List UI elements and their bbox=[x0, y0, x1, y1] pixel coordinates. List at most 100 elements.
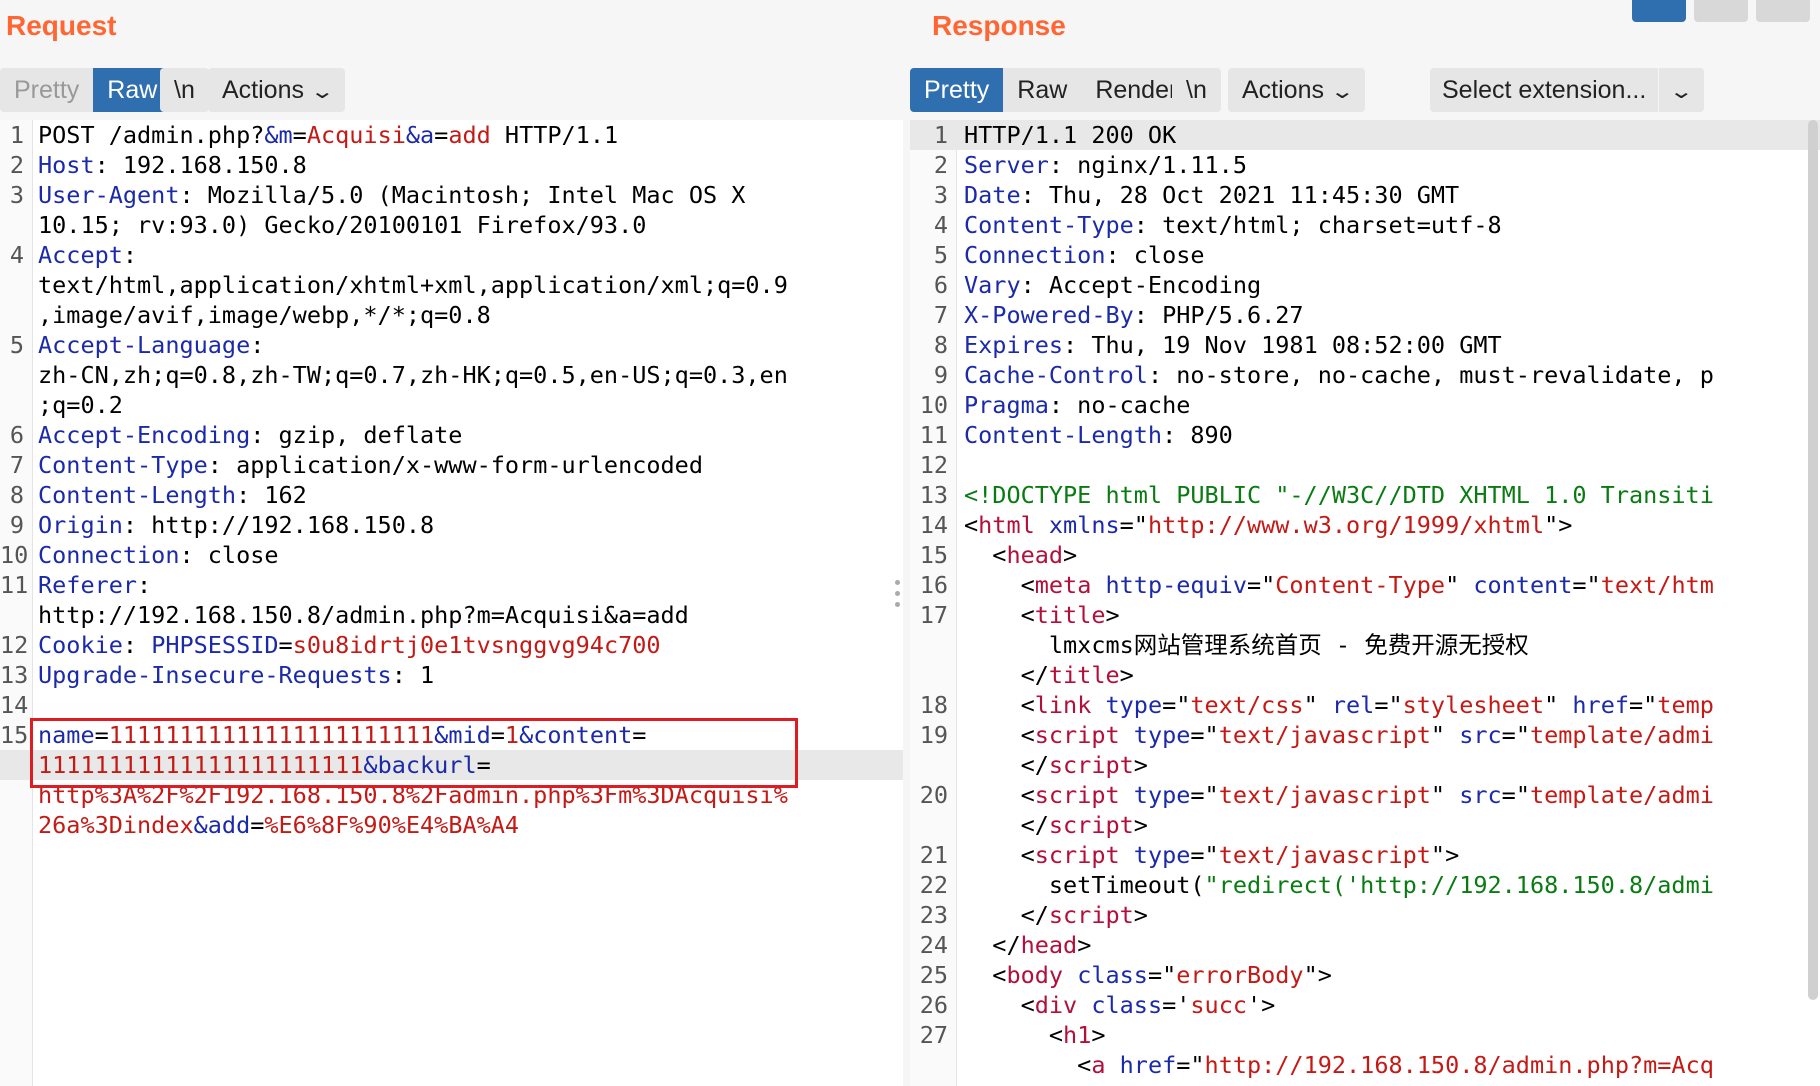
code-token: < bbox=[964, 991, 1035, 1019]
line-number: 3 bbox=[9, 181, 24, 209]
code-token: Host bbox=[38, 151, 95, 179]
code-line: <a href="http://192.168.150.8/admin.php?… bbox=[910, 1050, 1820, 1080]
code-token: meta bbox=[1034, 571, 1092, 599]
code-token: Accept-Encoding bbox=[38, 421, 251, 449]
code-token: : Thu, 28 Oct 2021 11:45:30 GMT bbox=[1020, 181, 1460, 209]
layout-single-icon[interactable] bbox=[1756, 0, 1810, 22]
code-line: 26a%3Dindex&add=%E6%8F%90%E4%BA%A4 bbox=[0, 810, 903, 840]
code-token: Acquisi bbox=[306, 121, 406, 149]
code-token: : bbox=[122, 631, 152, 659]
line-number: 6 bbox=[933, 271, 948, 299]
response-scrollbar[interactable] bbox=[1808, 120, 1818, 1000]
code-token: &m bbox=[264, 121, 293, 149]
code-line: http://192.168.150.8/admin.php?m=Acquisi… bbox=[0, 600, 903, 630]
code-token: < bbox=[964, 1051, 1092, 1079]
line-number: 22 bbox=[919, 871, 948, 899]
code-line: 10 Pragma: no-cache bbox=[910, 390, 1820, 420]
code-token: " bbox=[1303, 691, 1332, 719]
code-token: : bbox=[250, 331, 265, 359]
code-token: < bbox=[964, 961, 1007, 989]
code-token: = bbox=[434, 121, 449, 149]
line-number: 15 bbox=[919, 541, 948, 569]
code-token: > bbox=[1105, 601, 1120, 629]
code-token: Content-Type bbox=[964, 211, 1134, 239]
request-editor[interactable]: 1 POST /admin.php?&m=Acquisi&a=add HTTP/1… bbox=[0, 120, 903, 1086]
code-token: text/css bbox=[1190, 691, 1304, 719]
code-token: < bbox=[964, 691, 1035, 719]
code-token: > bbox=[1091, 1021, 1106, 1049]
code-token: =" bbox=[1190, 781, 1219, 809]
code-token: Accept-Language bbox=[38, 331, 251, 359]
line-code: Content-Length: 162 bbox=[38, 480, 307, 510]
code-token: text/javascript bbox=[1218, 721, 1431, 749]
line-code: Connection: close bbox=[38, 540, 279, 570]
code-token: href bbox=[1119, 1051, 1177, 1079]
code-token: Content-Length bbox=[964, 421, 1163, 449]
code-token: " bbox=[1430, 781, 1460, 809]
line-code: Referer: bbox=[38, 570, 151, 600]
response-tab-raw[interactable]: Raw bbox=[1003, 68, 1082, 112]
code-line: 13 Upgrade-Insecure-Requests: 1 bbox=[0, 660, 903, 690]
code-token: =" bbox=[1501, 781, 1530, 809]
extension-select[interactable]: Select extension... bbox=[1430, 68, 1659, 112]
code-token: : 162 bbox=[236, 481, 307, 509]
request-actions-label: Actions bbox=[222, 76, 304, 104]
code-token: lmxcms网站管理系统首页 - 免费开源无授权 bbox=[964, 631, 1529, 659]
code-token: script bbox=[1048, 811, 1134, 839]
line-code: <a href="http://192.168.150.8/admin.php?… bbox=[964, 1050, 1714, 1080]
code-token: http://www.w3.org/1999/xhtml bbox=[1147, 511, 1545, 539]
response-view-tabs: Pretty Raw Render bbox=[910, 68, 1192, 112]
code-line: zh-CN,zh;q=0.8,zh-TW;q=0.7,zh-HK;q=0.5,e… bbox=[0, 360, 903, 390]
code-token: 26a%3Dindex bbox=[38, 811, 194, 839]
line-number: 11 bbox=[919, 421, 948, 449]
code-token: ;q=0.2 bbox=[38, 391, 123, 419]
extension-select-group: Select extension... ⌄ bbox=[1430, 68, 1705, 112]
response-actions-group: Actions ⌄ bbox=[1228, 68, 1365, 112]
layout-side-by-side-icon[interactable] bbox=[1632, 0, 1686, 22]
code-token: > bbox=[1133, 811, 1148, 839]
code-token: : bbox=[137, 571, 152, 599]
pane-splitter-handle[interactable] bbox=[895, 580, 901, 610]
code-token: </ bbox=[964, 751, 1049, 779]
code-token: = bbox=[278, 631, 293, 659]
line-number: 1 bbox=[933, 121, 948, 149]
code-token: 10.15; rv:93.0) Gecko/20100101 Firefox/9… bbox=[38, 211, 647, 239]
code-line: 19 <script type="text/javascript" src="t… bbox=[910, 720, 1820, 750]
code-token: : http://192.168.150.8 bbox=[122, 511, 435, 539]
response-newline-group: \n bbox=[1172, 68, 1221, 112]
code-token: =" bbox=[1190, 721, 1219, 749]
response-editor[interactable]: 1 HTTP/1.1 200 OK 2 Server: nginx/1.11.5 3 Da… bbox=[910, 120, 1820, 1086]
code-token: = bbox=[250, 811, 265, 839]
code-token: template/admi bbox=[1529, 781, 1714, 809]
code-line: 13 <!DOCTYPE html PUBLIC "-//W3C//DTD XHT… bbox=[910, 480, 1820, 510]
chevron-down-icon: ⌄ bbox=[1329, 81, 1355, 103]
line-code: ;q=0.2 bbox=[38, 390, 123, 420]
code-line: 16 <meta http-equiv="Content-Type" conte… bbox=[910, 570, 1820, 600]
request-newline-toggle[interactable]: \n bbox=[160, 68, 209, 112]
response-tab-pretty[interactable]: Pretty bbox=[910, 68, 1004, 112]
code-token: > bbox=[1119, 661, 1134, 689]
code-token: Connection bbox=[964, 241, 1106, 269]
code-token: : application/x-www-form-urlencoded bbox=[207, 451, 703, 479]
extension-dropdown-button[interactable]: ⌄ bbox=[1658, 68, 1705, 112]
line-number: 4 bbox=[9, 241, 24, 269]
code-token: HTTP/1.1 bbox=[490, 121, 619, 149]
request-view-tabs: Pretty Raw bbox=[0, 68, 172, 112]
request-actions-button[interactable]: Actions ⌄ bbox=[208, 68, 345, 112]
request-newline-group: \n bbox=[160, 68, 209, 112]
code-line: text/html,application/xhtml+xml,applicat… bbox=[0, 270, 903, 300]
code-line: </script> bbox=[910, 750, 1820, 780]
code-token: Content-Type bbox=[38, 451, 208, 479]
code-token: > bbox=[1063, 541, 1078, 569]
line-code: Accept: bbox=[38, 240, 137, 270]
response-newline-toggle[interactable]: \n bbox=[1172, 68, 1221, 112]
line-code: <html xmlns="http://www.w3.org/1999/xhtm… bbox=[964, 510, 1572, 540]
code-line: 7 X-Powered-By: PHP/5.6.27 bbox=[910, 300, 1820, 330]
layout-stacked-icon[interactable] bbox=[1694, 0, 1748, 22]
response-actions-button[interactable]: Actions ⌄ bbox=[1228, 68, 1365, 112]
code-token: : close bbox=[1105, 241, 1205, 269]
code-token: : text/html; charset=utf-8 bbox=[1133, 211, 1502, 239]
code-token: type bbox=[1105, 691, 1163, 719]
request-tab-pretty[interactable]: Pretty bbox=[0, 68, 94, 112]
code-token: =" bbox=[1572, 571, 1601, 599]
